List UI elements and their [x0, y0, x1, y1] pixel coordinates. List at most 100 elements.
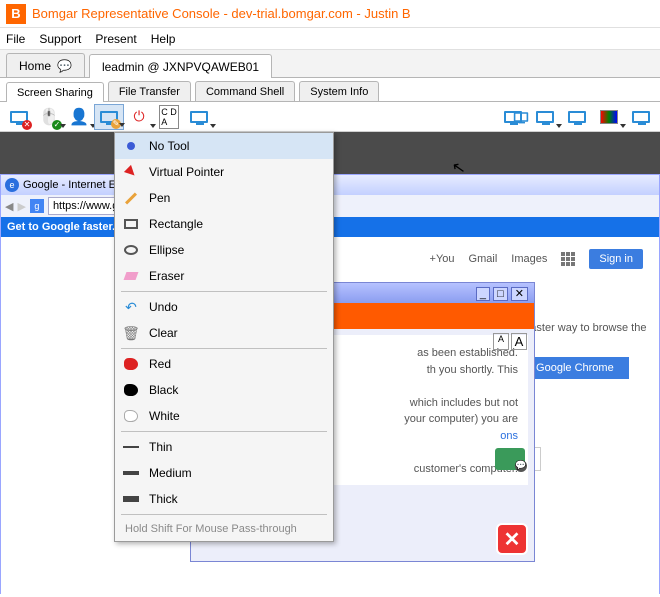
- tab-screen-sharing[interactable]: Screen Sharing: [6, 82, 104, 102]
- menu-color-red-label: Red: [149, 357, 171, 371]
- thick-line-icon: [123, 491, 139, 507]
- remote-cursor-icon: ↖: [450, 157, 467, 179]
- link-gmail[interactable]: Gmail: [469, 253, 498, 265]
- dot-blue-icon: [123, 138, 139, 154]
- window-title: Bomgar Representative Console - dev-tria…: [32, 6, 411, 21]
- menu-pen-label: Pen: [149, 191, 170, 205]
- menu-rectangle[interactable]: Rectangle: [115, 211, 333, 237]
- menu-undo[interactable]: ↶ Undo: [115, 294, 333, 320]
- tool-annotate-icon[interactable]: ✎: [94, 104, 124, 130]
- menu-help[interactable]: Help: [151, 32, 176, 46]
- tab-home[interactable]: Home 💬: [6, 53, 85, 77]
- app-icon: B: [6, 4, 26, 24]
- menu-weight-thin[interactable]: Thin: [115, 434, 333, 460]
- feature-tabs: Screen Sharing File Transfer Command She…: [0, 78, 660, 102]
- tool-cad-icon[interactable]: C DA: [154, 104, 184, 130]
- menu-rectangle-label: Rectangle: [149, 217, 203, 231]
- white-blob-icon: [123, 408, 139, 424]
- tab-home-label: Home: [19, 59, 51, 73]
- tool-fit-icon[interactable]: [530, 104, 560, 130]
- session-tabs: Home 💬 leadmin @ JXNPVQAWEB01: [0, 50, 660, 78]
- menu-eraser-label: Eraser: [149, 269, 184, 283]
- ellipse-icon: [123, 242, 139, 258]
- annotation-menu: No Tool Virtual Pointer Pen Rectangle El…: [114, 132, 334, 542]
- tab-system-info[interactable]: System Info: [299, 81, 379, 101]
- menu-weight-thin-label: Thin: [149, 440, 172, 454]
- pencil-icon: [123, 190, 139, 206]
- menu-clear-label: Clear: [149, 326, 178, 340]
- trash-icon: 🗑: [123, 325, 139, 341]
- menu-hint: Hold Shift For Mouse Pass-through: [115, 517, 333, 541]
- menu-color-white-label: White: [149, 409, 180, 423]
- chat-side-tools: A A 💬: [492, 333, 528, 470]
- menu-weight-thick[interactable]: Thick: [115, 486, 333, 512]
- forward-icon[interactable]: ▶: [17, 200, 25, 213]
- toolbar: ✕ 🖱️✓ 👤 ✎ ⏻ C DA: [0, 102, 660, 132]
- chat-min-icon[interactable]: _: [476, 287, 490, 301]
- menubar: File Support Present Help: [0, 28, 660, 50]
- menu-weight-medium[interactable]: Medium: [115, 460, 333, 486]
- menu-separator: [121, 514, 327, 515]
- font-large-icon[interactable]: A: [511, 333, 527, 350]
- menu-weight-medium-label: Medium: [149, 466, 192, 480]
- menu-eraser[interactable]: Eraser: [115, 263, 333, 289]
- tool-color-icon[interactable]: [594, 104, 624, 130]
- menu-separator: [121, 348, 327, 349]
- menu-virtual-pointer[interactable]: Virtual Pointer: [115, 159, 333, 185]
- undo-icon: ↶: [123, 299, 139, 315]
- menu-undo-label: Undo: [149, 300, 178, 314]
- menu-clear[interactable]: 🗑 Clear: [115, 320, 333, 346]
- tab-session[interactable]: leadmin @ JXNPVQAWEB01: [89, 54, 272, 78]
- google-top-links: +You Gmail Images Sign in: [430, 249, 643, 269]
- menu-weight-thick-label: Thick: [149, 492, 178, 506]
- chat-max-icon[interactable]: □: [493, 287, 508, 301]
- menu-color-black[interactable]: Black: [115, 377, 333, 403]
- rep-avatar-icon: 💬: [495, 448, 525, 470]
- menu-separator: [121, 291, 327, 292]
- menu-ellipse-label: Ellipse: [149, 243, 184, 257]
- tool-power-icon[interactable]: ⏻: [124, 104, 154, 130]
- sign-in-button[interactable]: Sign in: [589, 249, 643, 269]
- tab-session-label: leadmin @ JXNPVQAWEB01: [102, 60, 259, 74]
- tool-screen-stop-icon[interactable]: ✕: [4, 104, 34, 130]
- tool-user-icon[interactable]: 👤: [64, 104, 94, 130]
- remote-screen-viewer[interactable]: e Google - Internet Explorer ◀ ▶ g Get t…: [0, 132, 660, 551]
- titlebar: B Bomgar Representative Console - dev-tr…: [0, 0, 660, 28]
- thin-line-icon: [123, 439, 139, 455]
- tool-fullscreen-icon[interactable]: [626, 104, 656, 130]
- menu-color-red[interactable]: Red: [115, 351, 333, 377]
- menu-ellipse[interactable]: Ellipse: [115, 237, 333, 263]
- apps-grid-icon[interactable]: [561, 252, 575, 266]
- link-images[interactable]: Images: [511, 253, 547, 265]
- tab-command-shell[interactable]: Command Shell: [195, 81, 295, 101]
- tab-file-transfer[interactable]: File Transfer: [108, 81, 191, 101]
- arrow-red-icon: [123, 164, 139, 180]
- red-blob-icon: [123, 356, 139, 372]
- link-plus-you[interactable]: +You: [430, 253, 455, 265]
- menu-pen[interactable]: Pen: [115, 185, 333, 211]
- menu-support[interactable]: Support: [39, 32, 81, 46]
- menu-present[interactable]: Present: [95, 32, 136, 46]
- menu-separator: [121, 431, 327, 432]
- tool-mouse-allow-icon[interactable]: 🖱️✓: [34, 104, 64, 130]
- menu-color-black-label: Black: [149, 383, 178, 397]
- menu-virtual-pointer-label: Virtual Pointer: [149, 165, 224, 179]
- medium-line-icon: [123, 465, 139, 481]
- tool-refresh-icon[interactable]: [562, 104, 592, 130]
- black-blob-icon: [123, 382, 139, 398]
- toolbar-right: [498, 104, 656, 130]
- eraser-icon: [123, 268, 139, 284]
- menu-file[interactable]: File: [6, 32, 25, 46]
- menu-color-white[interactable]: White: [115, 403, 333, 429]
- back-icon[interactable]: ◀: [5, 200, 13, 213]
- chat-bubble-icon: 💬: [57, 59, 72, 73]
- menu-no-tool-label: No Tool: [149, 139, 189, 153]
- tool-dual-monitor-icon[interactable]: [498, 104, 528, 130]
- ie-icon: e: [5, 178, 19, 192]
- rectangle-icon: [123, 216, 139, 232]
- end-session-button[interactable]: ✕: [496, 523, 528, 555]
- font-small-icon[interactable]: A: [493, 333, 509, 350]
- tool-monitor-plain-icon[interactable]: [184, 104, 214, 130]
- chat-close-icon[interactable]: ✕: [511, 287, 528, 301]
- menu-no-tool[interactable]: No Tool: [115, 133, 333, 159]
